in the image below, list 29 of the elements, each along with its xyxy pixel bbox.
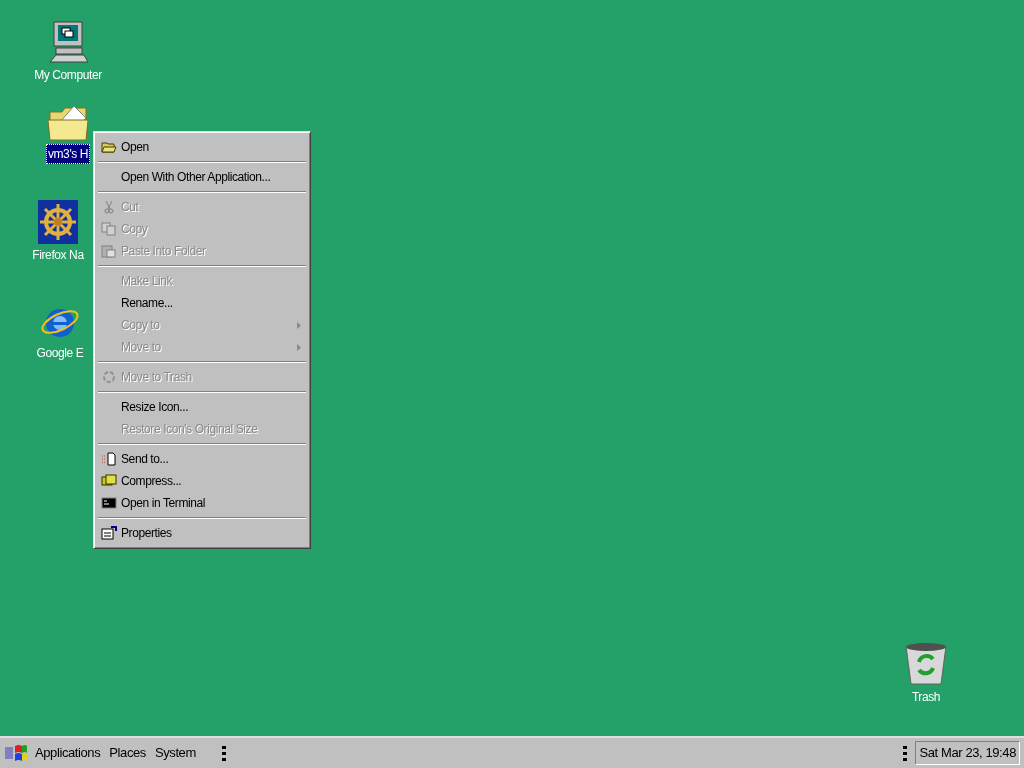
terminal-icon xyxy=(101,496,117,510)
trash-icon xyxy=(903,640,949,686)
taskbar-menu[interactable]: Applications xyxy=(33,743,103,763)
handle-icon xyxy=(903,745,908,761)
menu-item[interactable]: Rename... xyxy=(97,292,307,314)
taskbar-menu[interactable]: Places xyxy=(107,743,148,763)
ship-wheel-icon xyxy=(38,200,78,244)
menu-item[interactable]: Compress... xyxy=(97,470,307,492)
submenu-arrow-icon xyxy=(297,343,301,351)
folder-icon xyxy=(101,140,117,154)
archive-icon xyxy=(101,474,117,488)
menu-item[interactable]: Open With Other Application... xyxy=(97,166,307,188)
menu-item[interactable]: Open xyxy=(97,136,307,158)
icon-label[interactable]: vm3's H xyxy=(45,144,91,164)
clock[interactable]: Sat Mar 23, 19:48 xyxy=(915,741,1020,765)
scissors-icon xyxy=(101,200,117,214)
clipboard-icon xyxy=(101,244,117,258)
handle-icon xyxy=(221,745,226,761)
windows-logo-icon xyxy=(4,744,28,762)
document-icon xyxy=(101,452,117,466)
menu-item[interactable]: Send to... xyxy=(97,448,307,470)
properties-icon xyxy=(101,526,117,540)
menu-item[interactable]: Open in Terminal xyxy=(97,492,307,514)
computer-icon xyxy=(48,20,88,64)
menu-item[interactable]: Resize Icon... xyxy=(97,396,307,418)
submenu-arrow-icon xyxy=(297,321,301,329)
copy-icon xyxy=(101,222,117,236)
menu-item[interactable]: Properties xyxy=(97,522,307,544)
taskbar-menu[interactable]: System xyxy=(152,743,198,763)
